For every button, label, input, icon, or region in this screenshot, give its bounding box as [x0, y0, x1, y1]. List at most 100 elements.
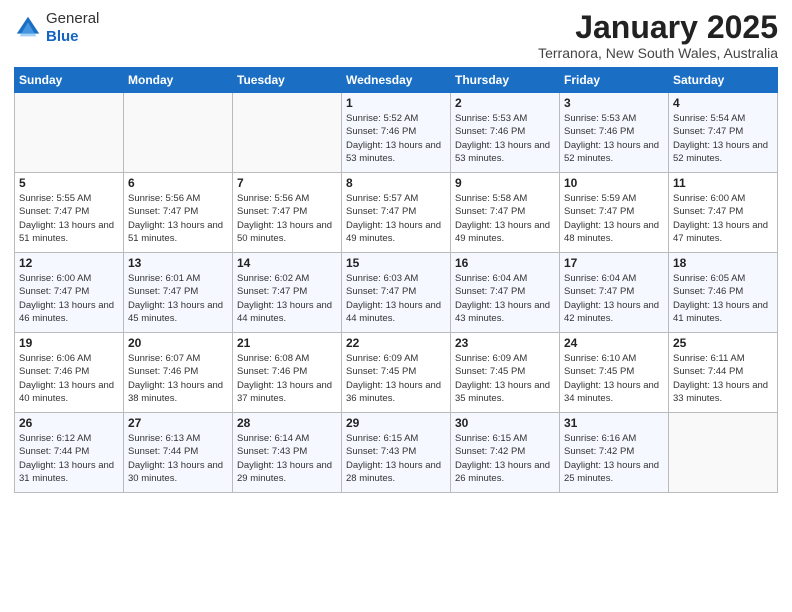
- table-row: [669, 413, 778, 493]
- day-info: Sunrise: 5:53 AM Sunset: 7:46 PM Dayligh…: [455, 112, 555, 165]
- table-row: 3 Sunrise: 5:53 AM Sunset: 7:46 PM Daylig…: [560, 93, 669, 173]
- day-number: 14: [237, 256, 337, 270]
- calendar-table: Sunday Monday Tuesday Wednesday Thursday…: [14, 67, 778, 493]
- day-info: Sunrise: 6:04 AM Sunset: 7:47 PM Dayligh…: [564, 272, 664, 325]
- calendar-week-row: 12 Sunrise: 6:00 AM Sunset: 7:47 PM Dayli…: [15, 253, 778, 333]
- day-number: 30: [455, 416, 555, 430]
- table-row: 15 Sunrise: 6:03 AM Sunset: 7:47 PM Dayli…: [342, 253, 451, 333]
- table-row: 8Sunrise: 5:57 AM Sunset: 7:47 PM Daylig…: [342, 173, 451, 253]
- day-number: 3: [564, 96, 664, 110]
- table-row: [15, 93, 124, 173]
- month-title: January 2025: [538, 10, 778, 45]
- day-number: 25: [673, 336, 773, 350]
- calendar-week-row: 19Sunrise: 6:06 AM Sunset: 7:46 PM Dayli…: [15, 333, 778, 413]
- table-row: 30 Sunrise: 6:15 AM Sunset: 7:42 PM Dayli…: [451, 413, 560, 493]
- table-row: 29Sunrise: 6:15 AM Sunset: 7:43 PM Dayli…: [342, 413, 451, 493]
- day-number: 12: [19, 256, 119, 270]
- table-row: [124, 93, 233, 173]
- day-info: Sunrise: 6:02 AM Sunset: 7:47 PM Dayligh…: [237, 272, 337, 325]
- day-number: 29: [346, 416, 446, 430]
- day-number: 22: [346, 336, 446, 350]
- table-row: 12 Sunrise: 6:00 AM Sunset: 7:47 PM Dayli…: [15, 253, 124, 333]
- day-number: 13: [128, 256, 228, 270]
- table-row: [233, 93, 342, 173]
- table-row: 11Sunrise: 6:00 AM Sunset: 7:47 PM Dayli…: [669, 173, 778, 253]
- day-number: 16: [455, 256, 555, 270]
- day-info: Sunrise: 5:58 AM Sunset: 7:47 PM Dayligh…: [455, 192, 555, 245]
- day-info: Sunrise: 6:06 AM Sunset: 7:46 PM Dayligh…: [19, 352, 119, 405]
- title-block: January 2025 Terranora, New South Wales,…: [538, 10, 778, 61]
- table-row: 21Sunrise: 6:08 AM Sunset: 7:46 PM Dayli…: [233, 333, 342, 413]
- calendar-week-row: 5Sunrise: 5:55 AM Sunset: 7:47 PM Daylig…: [15, 173, 778, 253]
- day-info: Sunrise: 6:05 AM Sunset: 7:46 PM Dayligh…: [673, 272, 773, 325]
- page-header: General Blue January 2025 Terranora, New…: [14, 10, 778, 61]
- table-row: 24 Sunrise: 6:10 AM Sunset: 7:45 PM Dayli…: [560, 333, 669, 413]
- table-row: 22 Sunrise: 6:09 AM Sunset: 7:45 PM Dayli…: [342, 333, 451, 413]
- header-friday: Friday: [560, 68, 669, 93]
- day-number: 28: [237, 416, 337, 430]
- table-row: 18 Sunrise: 6:05 AM Sunset: 7:46 PM Dayli…: [669, 253, 778, 333]
- table-row: 5Sunrise: 5:55 AM Sunset: 7:47 PM Daylig…: [15, 173, 124, 253]
- day-info: Sunrise: 6:09 AM Sunset: 7:45 PM Dayligh…: [346, 352, 446, 405]
- day-number: 1: [346, 96, 446, 110]
- day-info: Sunrise: 5:53 AM Sunset: 7:46 PM Dayligh…: [564, 112, 664, 165]
- calendar-week-row: 26 Sunrise: 6:12 AM Sunset: 7:44 PM Dayli…: [15, 413, 778, 493]
- table-row: 27 Sunrise: 6:13 AM Sunset: 7:44 PM Dayli…: [124, 413, 233, 493]
- logo-general: General: [46, 10, 99, 27]
- day-number: 23: [455, 336, 555, 350]
- day-number: 31: [564, 416, 664, 430]
- day-number: 21: [237, 336, 337, 350]
- calendar-week-row: 1 Sunrise: 5:52 AM Sunset: 7:46 PM Daylig…: [15, 93, 778, 173]
- day-info: Sunrise: 6:12 AM Sunset: 7:44 PM Dayligh…: [19, 432, 119, 485]
- day-number: 7: [237, 176, 337, 190]
- day-info: Sunrise: 5:56 AM Sunset: 7:47 PM Dayligh…: [237, 192, 337, 245]
- day-info: Sunrise: 6:03 AM Sunset: 7:47 PM Dayligh…: [346, 272, 446, 325]
- table-row: 4Sunrise: 5:54 AM Sunset: 7:47 PM Daylig…: [669, 93, 778, 173]
- day-info: Sunrise: 5:56 AM Sunset: 7:47 PM Dayligh…: [128, 192, 228, 245]
- header-monday: Monday: [124, 68, 233, 93]
- header-thursday: Thursday: [451, 68, 560, 93]
- day-info: Sunrise: 5:52 AM Sunset: 7:46 PM Dayligh…: [346, 112, 446, 165]
- day-info: Sunrise: 5:59 AM Sunset: 7:47 PM Dayligh…: [564, 192, 664, 245]
- table-row: 31 Sunrise: 6:16 AM Sunset: 7:42 PM Dayli…: [560, 413, 669, 493]
- day-number: 15: [346, 256, 446, 270]
- table-row: 16 Sunrise: 6:04 AM Sunset: 7:47 PM Dayli…: [451, 253, 560, 333]
- table-row: 23 Sunrise: 6:09 AM Sunset: 7:45 PM Dayli…: [451, 333, 560, 413]
- day-info: Sunrise: 6:15 AM Sunset: 7:42 PM Dayligh…: [455, 432, 555, 485]
- table-row: 9Sunrise: 5:58 AM Sunset: 7:47 PM Daylig…: [451, 173, 560, 253]
- day-info: Sunrise: 6:09 AM Sunset: 7:45 PM Dayligh…: [455, 352, 555, 405]
- day-info: Sunrise: 6:01 AM Sunset: 7:47 PM Dayligh…: [128, 272, 228, 325]
- day-info: Sunrise: 6:04 AM Sunset: 7:47 PM Dayligh…: [455, 272, 555, 325]
- table-row: 26 Sunrise: 6:12 AM Sunset: 7:44 PM Dayli…: [15, 413, 124, 493]
- day-number: 11: [673, 176, 773, 190]
- day-info: Sunrise: 6:10 AM Sunset: 7:45 PM Dayligh…: [564, 352, 664, 405]
- calendar-page: General Blue January 2025 Terranora, New…: [0, 0, 792, 612]
- table-row: 20Sunrise: 6:07 AM Sunset: 7:46 PM Dayli…: [124, 333, 233, 413]
- logo-icon: [14, 14, 42, 42]
- day-info: Sunrise: 5:54 AM Sunset: 7:47 PM Dayligh…: [673, 112, 773, 165]
- day-number: 8: [346, 176, 446, 190]
- header-wednesday: Wednesday: [342, 68, 451, 93]
- day-number: 20: [128, 336, 228, 350]
- day-info: Sunrise: 6:00 AM Sunset: 7:47 PM Dayligh…: [19, 272, 119, 325]
- day-number: 18: [673, 256, 773, 270]
- table-row: 25Sunrise: 6:11 AM Sunset: 7:44 PM Dayli…: [669, 333, 778, 413]
- table-row: 10 Sunrise: 5:59 AM Sunset: 7:47 PM Dayli…: [560, 173, 669, 253]
- location-subtitle: Terranora, New South Wales, Australia: [538, 45, 778, 61]
- day-number: 26: [19, 416, 119, 430]
- day-number: 27: [128, 416, 228, 430]
- day-info: Sunrise: 6:16 AM Sunset: 7:42 PM Dayligh…: [564, 432, 664, 485]
- table-row: 13 Sunrise: 6:01 AM Sunset: 7:47 PM Dayli…: [124, 253, 233, 333]
- table-row: 7 Sunrise: 5:56 AM Sunset: 7:47 PM Daylig…: [233, 173, 342, 253]
- day-info: Sunrise: 5:55 AM Sunset: 7:47 PM Dayligh…: [19, 192, 119, 245]
- header-saturday: Saturday: [669, 68, 778, 93]
- logo-blue: Blue: [46, 28, 79, 45]
- day-number: 24: [564, 336, 664, 350]
- calendar-header-row: Sunday Monday Tuesday Wednesday Thursday…: [15, 68, 778, 93]
- day-number: 10: [564, 176, 664, 190]
- header-tuesday: Tuesday: [233, 68, 342, 93]
- day-info: Sunrise: 6:13 AM Sunset: 7:44 PM Dayligh…: [128, 432, 228, 485]
- table-row: 1 Sunrise: 5:52 AM Sunset: 7:46 PM Daylig…: [342, 93, 451, 173]
- table-row: 17Sunrise: 6:04 AM Sunset: 7:47 PM Dayli…: [560, 253, 669, 333]
- table-row: 14 Sunrise: 6:02 AM Sunset: 7:47 PM Dayli…: [233, 253, 342, 333]
